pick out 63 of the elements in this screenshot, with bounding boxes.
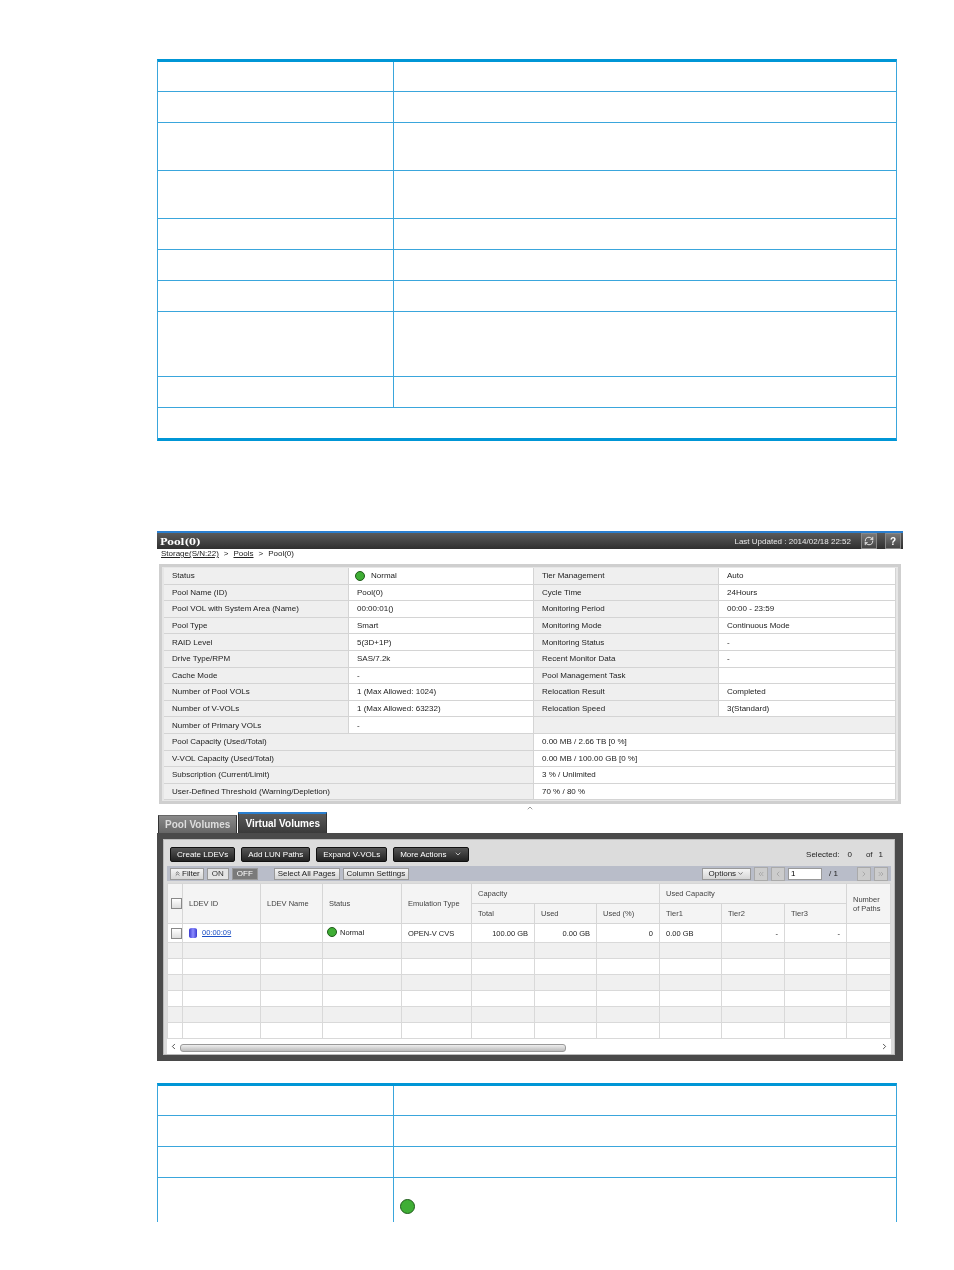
scrollbar-thumb[interactable] xyxy=(180,1043,566,1052)
selected-label: Selected: xyxy=(806,849,840,859)
scroll-right-icon[interactable] xyxy=(880,1042,889,1052)
row-checkbox[interactable] xyxy=(171,927,182,939)
action-button[interactable]: Create LDEVs xyxy=(170,846,236,862)
summary-value: Pool(0) xyxy=(357,587,383,597)
page-field[interactable]: 1 xyxy=(788,867,823,880)
summary-label: Status xyxy=(164,568,349,584)
summary-label: Subscription (Current/Limit) xyxy=(164,767,534,783)
next-page-icon[interactable] xyxy=(857,866,871,881)
summary-value: 1 (Max Allowed: 1024) xyxy=(357,687,437,697)
summary-value: 00:00:01() xyxy=(357,604,394,614)
summary-label: Monitoring Status xyxy=(534,634,719,650)
options-button[interactable]: Options xyxy=(701,867,752,880)
summary-value: 5(3D+1P) xyxy=(357,637,392,647)
of-label: of xyxy=(865,849,873,859)
summary-value: Normal xyxy=(371,571,397,581)
summary-value: Smart xyxy=(357,621,379,631)
breadcrumb-separator: > xyxy=(258,549,264,558)
summary-label: Monitoring Period xyxy=(534,601,719,617)
summary-value: - xyxy=(357,670,360,680)
breadcrumb-link[interactable]: Storage(S/N:22) xyxy=(161,549,219,558)
action-button[interactable]: Expand V-VOLs xyxy=(316,846,388,862)
total-count: 1 xyxy=(878,849,883,859)
filter-toggle[interactable]: OFF xyxy=(231,867,258,880)
first-page-icon[interactable] xyxy=(754,866,769,881)
summary-label: Number of Pool VOLs xyxy=(164,684,349,700)
previous-page-icon[interactable] xyxy=(771,866,786,881)
summary-label: Tier Management xyxy=(534,568,719,584)
selected-count: 0 xyxy=(847,849,852,859)
refresh-button[interactable] xyxy=(861,533,877,549)
action-button[interactable]: Add LUN Paths xyxy=(241,846,311,862)
breadcrumb-link[interactable]: Pools xyxy=(233,549,254,558)
summary-value: - xyxy=(357,720,360,730)
panel-title: Pool(0) xyxy=(160,535,202,547)
last-updated: Last Updated : 2014/02/18 22:52 xyxy=(734,536,851,546)
volume-icon xyxy=(189,928,197,939)
double-chevron-icon xyxy=(174,870,181,878)
select-all-checkbox[interactable] xyxy=(171,898,182,910)
summary-value: Auto xyxy=(719,568,896,584)
scroll-left-icon[interactable] xyxy=(169,1042,178,1052)
more-actions-button[interactable]: More Actions xyxy=(393,846,470,862)
caret-icon xyxy=(737,870,745,878)
summary-value: 3 % / Unlimited xyxy=(534,767,896,783)
filter-button[interactable]: Filter xyxy=(170,867,204,880)
tab[interactable]: Virtual Volumes xyxy=(238,812,328,834)
summary-label: RAID Level xyxy=(164,634,349,650)
help-button[interactable]: ? xyxy=(885,533,901,549)
summary-value: - xyxy=(719,634,896,650)
summary-value: Completed xyxy=(719,684,896,700)
breadcrumb-current: Pool(0) xyxy=(268,549,294,558)
summary-label: Relocation Result xyxy=(534,684,719,700)
summary-value: 00:00 - 23:59 xyxy=(719,601,896,617)
last-page-icon[interactable] xyxy=(874,866,888,881)
summary-label: Pool VOL with System Area (Name) xyxy=(164,601,349,617)
page-total: / 1 xyxy=(829,869,838,879)
summary-label: Number of Primary VOLs xyxy=(164,717,349,733)
filter-toggle[interactable]: ON xyxy=(206,867,229,880)
filter-bar-button[interactable]: Select All Pages xyxy=(273,867,340,880)
filter-bar-button[interactable]: Column Settings xyxy=(342,867,410,880)
summary-value: SAS/7.2k xyxy=(357,654,391,664)
breadcrumb-separator: > xyxy=(223,549,229,558)
summary-value: 1 (Max Allowed: 63232) xyxy=(357,704,441,714)
